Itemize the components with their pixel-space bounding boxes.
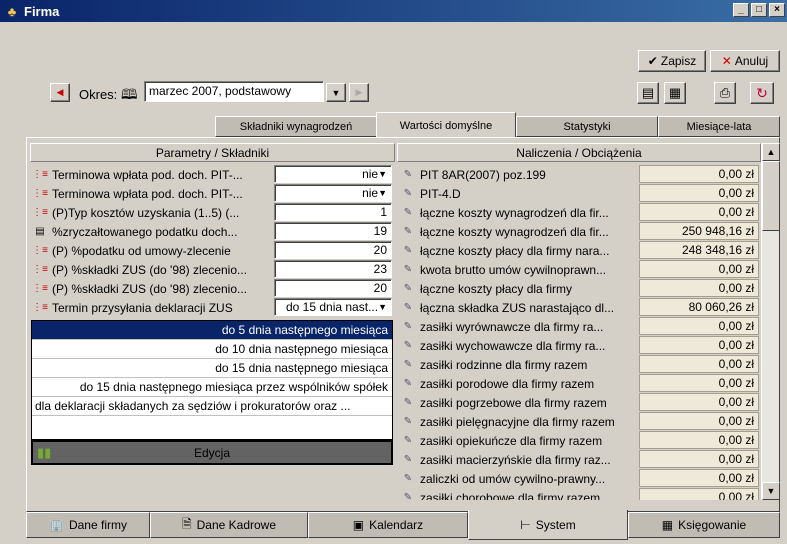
pen-icon: ✎ xyxy=(403,378,413,389)
charge-row[interactable]: ✎ kwota brutto umów cywilnoprawn... xyxy=(399,260,637,279)
pen-icon: ✎ xyxy=(403,188,413,199)
pen-icon: ✎ xyxy=(403,207,413,218)
charge-row[interactable]: ✎ zaliczki od umów cywilno-prawny... xyxy=(399,469,637,488)
document-icon: 🗎 xyxy=(181,516,192,531)
charge-row[interactable]: ✎ zasiłki pielęgnacyjne dla firmy razem xyxy=(399,412,637,431)
charge-amount: 0,00 zł xyxy=(639,260,759,278)
charge-label: zasiłki porodowe dla firmy razem xyxy=(420,376,595,391)
charge-label: PIT-4.D xyxy=(420,186,461,201)
charge-amount: 0,00 zł xyxy=(639,374,759,392)
scrollbar[interactable]: ▲ ▼ xyxy=(761,143,780,500)
option-item[interactable]: do 5 dnia następnego miesiąca xyxy=(32,321,392,340)
charge-row[interactable]: ✎ PIT-4.D xyxy=(399,184,637,203)
pen-icon: ✎ xyxy=(403,435,413,446)
pen-icon: ✎ xyxy=(403,473,413,484)
tree-icon: ⊢ xyxy=(520,517,531,532)
building-icon: 🏢 xyxy=(49,518,64,532)
pen-icon: ✎ xyxy=(403,283,413,294)
charge-row[interactable]: ✎ łączna składka ZUS narastająco dl... xyxy=(399,298,637,317)
charge-label: zasiłki wyrównawcze dla firmy ra... xyxy=(420,319,604,334)
charge-label: zasiłki macierzyńskie dla firmy raz... xyxy=(420,452,611,467)
option-item[interactable]: dla deklaracji składanych za sędziów i p… xyxy=(32,397,392,416)
charge-row[interactable]: ✎ łączne koszty wynagrodzeń dla fir... xyxy=(399,222,637,241)
charge-row[interactable]: ✎ zasiłki porodowe dla firmy razem xyxy=(399,374,637,393)
charge-label: zaliczki od umów cywilno-prawny... xyxy=(420,471,606,486)
charge-label: łączne koszty wynagrodzeń dla fir... xyxy=(420,224,609,239)
pen-icon: ✎ xyxy=(403,245,413,256)
charge-amount: 0,00 zł xyxy=(639,336,759,354)
charge-row[interactable]: ✎ zasiłki wyrównawcze dla firmy ra... xyxy=(399,317,637,336)
pen-icon: ✎ xyxy=(403,302,413,313)
pen-icon: ✎ xyxy=(403,264,413,275)
tab-kalendarz[interactable]: ▣ Kalendarz xyxy=(308,512,468,538)
charge-amount: 250 948,16 zł xyxy=(639,222,759,240)
charge-row[interactable]: ✎ PIT 8AR(2007) poz.199 xyxy=(399,165,637,184)
charge-label: zasiłki chorobowe dla firmy razem xyxy=(420,490,601,501)
edit-button[interactable]: ▮▮ Edycja xyxy=(31,440,393,465)
tab-dane-firmy[interactable]: 🏢 Dane firmy xyxy=(26,512,150,538)
tab-ksiegowanie[interactable]: ▦ Księgowanie xyxy=(628,512,780,538)
charge-label: łączne koszty płacy dla firmy xyxy=(420,281,573,296)
charge-amount: 0,00 zł xyxy=(639,203,759,221)
pen-icon: ✎ xyxy=(403,454,413,465)
charge-label: zasiłki wychowawcze dla firmy ra... xyxy=(420,338,606,353)
charge-amount: 0,00 zł xyxy=(639,279,759,297)
charge-label: zasiłki pogrzebowe dla firmy razem xyxy=(420,395,607,410)
charge-amount: 248 348,16 zł xyxy=(639,241,759,259)
charge-row[interactable]: ✎ zasiłki opiekuńcze dla firmy razem xyxy=(399,431,637,450)
pen-icon: ✎ xyxy=(403,340,413,351)
scroll-down-button[interactable]: ▼ xyxy=(762,482,780,500)
pen-icon: ✎ xyxy=(403,169,413,180)
charge-amount: 0,00 zł xyxy=(639,317,759,335)
charge-row[interactable]: ✎ zasiłki pogrzebowe dla firmy razem xyxy=(399,393,637,412)
pen-icon: ✎ xyxy=(403,321,413,332)
books-icon: ▮▮ xyxy=(37,445,52,460)
tab-system[interactable]: ⊢ System xyxy=(468,510,628,540)
charge-amount: 0,00 zł xyxy=(639,488,759,500)
charge-amount: 0,00 zł xyxy=(639,393,759,411)
charge-label: PIT 8AR(2007) poz.199 xyxy=(420,167,546,182)
charge-amount: 0,00 zł xyxy=(639,355,759,373)
charge-row[interactable]: ✎ zasiłki rodzinne dla firmy razem xyxy=(399,355,637,374)
charge-row[interactable]: ✎ zasiłki chorobowe dla firmy razem xyxy=(399,488,637,501)
tab-dane-kadrowe[interactable]: 🗎 Dane Kadrowe xyxy=(150,512,308,538)
charge-row[interactable]: ✎ zasiłki wychowawcze dla firmy ra... xyxy=(399,336,637,355)
option-item[interactable]: do 15 dnia następnego miesiąca xyxy=(32,359,392,378)
charge-label: łączna składka ZUS narastająco dl... xyxy=(420,300,615,315)
calendar-icon: ▣ xyxy=(352,518,365,532)
scroll-thumb[interactable] xyxy=(762,161,780,231)
pen-icon: ✎ xyxy=(403,359,413,370)
charge-label: zasiłki pielęgnacyjne dla firmy razem xyxy=(420,414,615,429)
charge-row[interactable]: ✎ zasiłki macierzyńskie dla firmy raz... xyxy=(399,450,637,469)
deadline-options-list[interactable]: do 5 dnia następnego miesiąca do 10 dnia… xyxy=(31,320,393,440)
option-item[interactable]: do 10 dnia następnego miesiąca xyxy=(32,340,392,359)
charge-amount: 0,00 zł xyxy=(639,450,759,468)
pen-icon: ✎ xyxy=(403,492,413,500)
scroll-up-button[interactable]: ▲ xyxy=(762,143,780,161)
charge-label: zasiłki opiekuńcze dla firmy razem xyxy=(420,433,603,448)
charge-amount: 80 060,26 zł xyxy=(639,298,759,316)
charge-label: łączne koszty wynagrodzeń dla fir... xyxy=(420,205,609,220)
option-item[interactable]: do 15 dnia następnego miesiąca przez wsp… xyxy=(32,378,392,397)
charge-row[interactable]: ✎ łączne koszty wynagrodzeń dla fir... xyxy=(399,203,637,222)
charge-label: zasiłki rodzinne dla firmy razem xyxy=(420,357,588,372)
charge-amount: 0,00 zł xyxy=(639,469,759,487)
charge-label: łączne koszty płacy dla firmy nara... xyxy=(420,243,610,258)
charge-amount: 0,00 zł xyxy=(639,184,759,202)
pen-icon: ✎ xyxy=(403,226,413,237)
charge-row[interactable]: ✎ łączne koszty płacy dla firmy nara... xyxy=(399,241,637,260)
charge-amount: 0,00 zł xyxy=(639,431,759,449)
charge-amount: 0,00 zł xyxy=(639,412,759,430)
charge-label: kwota brutto umów cywilnoprawn... xyxy=(420,262,607,277)
pen-icon: ✎ xyxy=(403,416,413,427)
pen-icon: ✎ xyxy=(403,397,413,408)
charge-row[interactable]: ✎ łączne koszty płacy dla firmy xyxy=(399,279,637,298)
charge-amount: 0,00 zł xyxy=(639,165,759,183)
ledger-icon: ▦ xyxy=(661,518,674,532)
